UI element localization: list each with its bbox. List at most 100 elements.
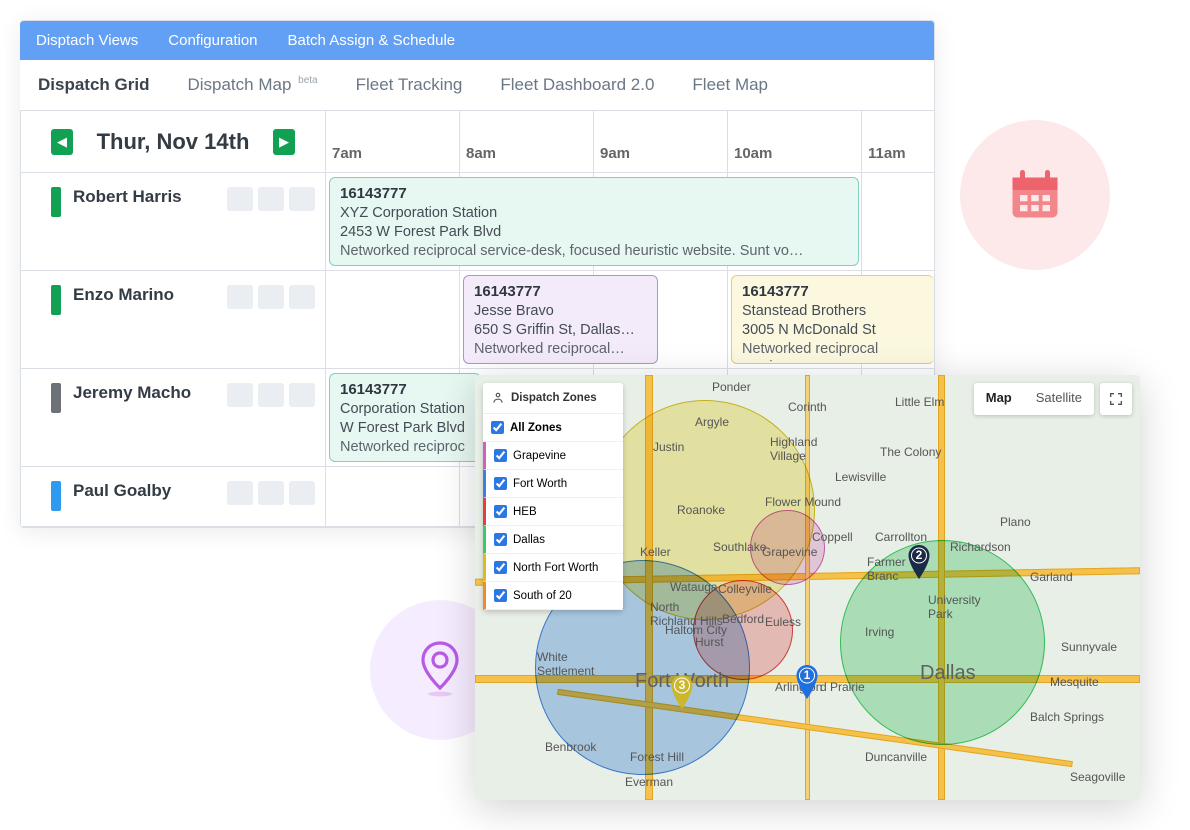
zone-checkbox[interactable] (494, 449, 507, 462)
next-day-button[interactable]: ▶ (273, 129, 295, 155)
job-card[interactable]: 16143777 XYZ Corporation Station 2453 W … (329, 177, 859, 266)
tab-fleet-map[interactable]: Fleet Map (688, 60, 772, 110)
zone-toggle[interactable]: Fort Worth (483, 470, 623, 498)
tab-dispatch-grid[interactable]: Dispatch Grid (34, 60, 153, 110)
tech-row: Paul Goalby (20, 467, 325, 527)
city-label: Euless (765, 615, 801, 629)
tab-dispatch-map[interactable]: Dispatch Map beta (183, 60, 321, 110)
dispatch-zones-panel: Dispatch Zones All Zones Grapevine Fort W… (483, 383, 623, 610)
fullscreen-icon (1108, 391, 1124, 407)
city-label: Watauga (670, 580, 718, 594)
map-type-map[interactable]: Map (974, 383, 1024, 415)
city-label: Southlake (713, 540, 766, 554)
map-pin-2[interactable]: 2 (907, 545, 931, 579)
dispatch-map-card: Fort Worth Dallas Arlington Irving Plano… (475, 375, 1140, 800)
city-label: Corinth (788, 400, 827, 414)
calendar-decor (960, 120, 1110, 270)
tab-fleet-dashboard[interactable]: Fleet Dashboard 2.0 (496, 60, 658, 110)
city-label: University Park (928, 593, 981, 621)
city-label: Ponder (712, 380, 751, 394)
hour-label: 11am (861, 111, 935, 172)
job-card[interactable]: 16143777 Jesse Bravo 650 S Griffin St, D… (463, 275, 658, 364)
city-label: Duncanville (865, 750, 927, 764)
row-actions[interactable] (227, 383, 315, 407)
map-pin-3[interactable]: 3 (670, 675, 694, 709)
tech-name: Enzo Marino (73, 285, 215, 305)
zone-checkbox[interactable] (494, 589, 507, 602)
zone-toggle[interactable]: South of 20 (483, 582, 623, 610)
row-actions[interactable] (227, 481, 315, 505)
timeline-lane: 16143777 Jesse Bravo 650 S Griffin St, D… (325, 271, 934, 369)
city-label: Highland Village (770, 435, 817, 463)
city-label: The Colony (880, 445, 941, 459)
city-label: Everman (625, 775, 673, 789)
city-label: Garland (1030, 570, 1073, 584)
city-label: Plano (1000, 515, 1031, 529)
nav-batch[interactable]: Batch Assign & Schedule (288, 32, 456, 49)
zones-icon (491, 391, 505, 405)
city-label: Little Elm (895, 395, 944, 409)
row-actions[interactable] (227, 187, 315, 211)
status-indicator (51, 187, 61, 217)
map-type-satellite[interactable]: Satellite (1024, 383, 1094, 415)
city-label: Lewisville (835, 470, 886, 484)
map-type-switch: Map Satellite (974, 383, 1094, 415)
zone-label: South of 20 (513, 590, 572, 602)
city-label: Richardson (950, 540, 1011, 554)
city-label: Seagoville (1070, 770, 1125, 784)
tech-name: Robert Harris (73, 187, 215, 207)
city-label: Flower Mound (765, 495, 841, 509)
city-label: Grapevine (762, 545, 817, 559)
zone-checkbox[interactable] (494, 561, 507, 574)
zone-label: Grapevine (513, 450, 566, 462)
current-date: Thur, Nov 14th (83, 129, 263, 155)
zone-toggle[interactable]: Grapevine (483, 442, 623, 470)
zone-toggle[interactable]: Dallas (483, 526, 623, 554)
city-label: North Richland Hills (650, 600, 723, 628)
city-label: Roanoke (677, 503, 725, 517)
city-label: Benbrook (545, 740, 596, 754)
hour-label: 10am (727, 111, 861, 172)
zone-checkbox[interactable] (491, 421, 504, 434)
city-label: Farmer Branc (867, 555, 906, 583)
zone-toggle[interactable]: HEB (483, 498, 623, 526)
zones-panel-header: Dispatch Zones (483, 383, 623, 414)
city-label: Balch Springs (1030, 710, 1104, 724)
map-controls: Map Satellite (974, 383, 1132, 415)
job-card[interactable]: 16143777 Corporation Station W Forest Pa… (329, 373, 481, 462)
zone-label: Dallas (513, 534, 545, 546)
city-label: Bedford (722, 612, 764, 626)
job-card[interactable]: 16143777 Stanstead Brothers 3005 N McDon… (731, 275, 934, 364)
status-indicator (51, 481, 61, 511)
row-actions[interactable] (227, 285, 315, 309)
city-label: Forest Hill (630, 750, 684, 764)
city-label: Coppell (812, 530, 853, 544)
fullscreen-button[interactable] (1100, 383, 1132, 415)
tab-fleet-tracking[interactable]: Fleet Tracking (352, 60, 467, 110)
tech-name: Jeremy Macho (73, 383, 215, 403)
status-indicator (51, 383, 61, 413)
timeline-lane: 16143777 XYZ Corporation Station 2453 W … (325, 173, 934, 271)
zone-checkbox[interactable] (494, 477, 507, 490)
hour-label: 9am (593, 111, 727, 172)
tech-row: Enzo Marino (20, 271, 325, 369)
tabs: Dispatch Grid Dispatch Map beta Fleet Tr… (20, 60, 934, 111)
zone-label: HEB (513, 506, 537, 518)
city-label: Argyle (695, 415, 729, 429)
zone-label: Fort Worth (513, 478, 567, 490)
zone-toggle[interactable]: North Fort Worth (483, 554, 623, 582)
zone-checkbox[interactable] (494, 533, 507, 546)
tech-name: Paul Goalby (73, 481, 215, 501)
city-label: Justin (653, 440, 684, 454)
nav-config[interactable]: Configuration (168, 32, 257, 49)
nav-views[interactable]: Disptach Views (36, 32, 138, 49)
zone-label: North Fort Worth (513, 562, 598, 574)
prev-day-button[interactable]: ◀ (51, 129, 73, 155)
zone-all-toggle[interactable]: All Zones (483, 414, 623, 442)
date-picker-row: ◀ Thur, Nov 14th ▶ (20, 111, 325, 173)
tech-row: Robert Harris (20, 173, 325, 271)
map-pin-1[interactable]: 1 (795, 665, 819, 699)
zone-checkbox[interactable] (494, 505, 507, 518)
city-label: Sunnyvale (1061, 640, 1117, 654)
city-label: Colleyville (718, 582, 772, 596)
